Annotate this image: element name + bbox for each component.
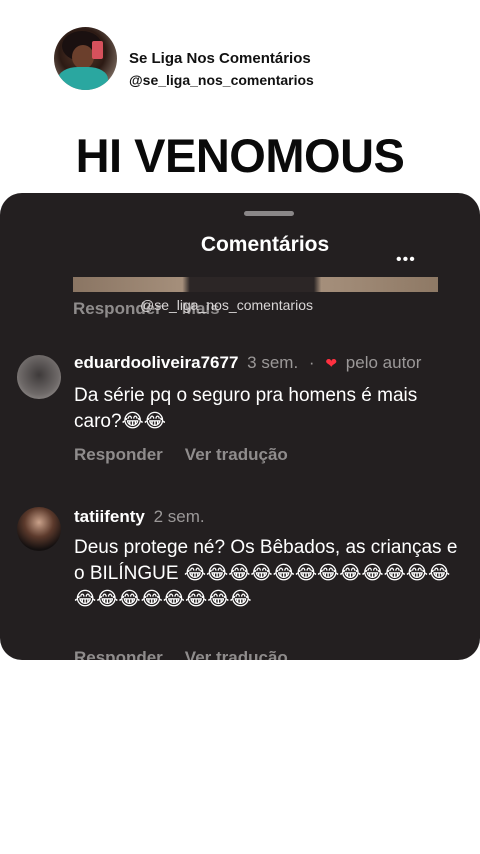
media-preview [73, 277, 438, 292]
comment-username[interactable]: tatiifenty [74, 507, 145, 526]
comment-actions: Responder Ver tradução [74, 445, 310, 465]
post-header: Se Liga Nos Comentários @se_liga_nos_com… [0, 0, 480, 120]
heart-icon: ❤ [325, 355, 338, 371]
reply-link[interactable]: Responder [74, 648, 163, 660]
reply-link[interactable]: Responder [74, 445, 163, 464]
comment-actions: Responder Ver tradução [74, 648, 310, 660]
comments-panel: Comentários ••• Responder Mais @se_liga_n… [0, 193, 480, 660]
separator: · [308, 353, 315, 372]
headline: HI VENOMOUS [75, 129, 405, 182]
avatar-shirt [58, 67, 108, 90]
translate-link[interactable]: Ver tradução [185, 648, 288, 660]
comment-header: eduardooliveira7677 3 sem. · ❤ pelo auto… [74, 353, 421, 373]
drag-handle[interactable] [244, 211, 294, 216]
account-handle[interactable]: @se_liga_nos_comentarios [129, 72, 314, 88]
more-horizontal-icon[interactable]: ••• [396, 251, 416, 269]
comment-time: 2 sem. [153, 507, 205, 526]
account-avatar[interactable] [54, 27, 117, 90]
watermark: @se_liga_nos_comentarios [140, 297, 313, 313]
commenter-avatar[interactable] [17, 355, 61, 399]
commenter-avatar[interactable] [17, 507, 61, 551]
avatar-face [72, 45, 94, 69]
account-name[interactable]: Se Liga Nos Comentários [129, 50, 311, 67]
comment-text: Deus protege né? Os Bêbados, as crianças… [74, 537, 458, 610]
translate-link[interactable]: Ver tradução [185, 445, 288, 464]
comment-username[interactable]: eduardooliveira7677 [74, 353, 238, 372]
comment-time: 3 sem. [247, 353, 299, 372]
comment-text: Da série pq o seguro pra homens é mais c… [74, 385, 418, 432]
comment-header: tatiifenty 2 sem. [74, 507, 205, 527]
avatar-phone [92, 41, 103, 59]
liked-by-author: pelo autor [345, 353, 422, 372]
